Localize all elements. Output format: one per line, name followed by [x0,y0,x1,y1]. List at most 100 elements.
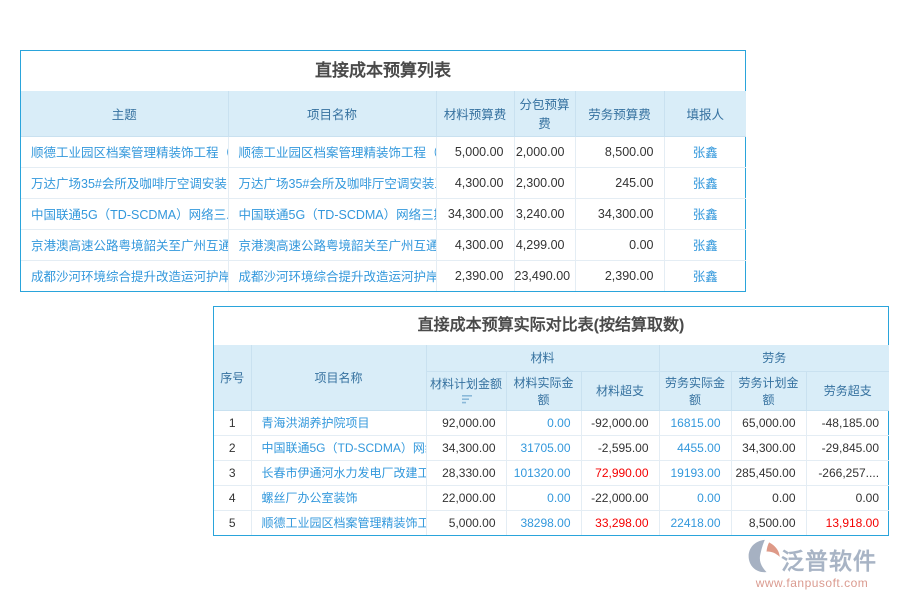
project-link[interactable]: 成都沙河环境综合提升改造运河护岸... [228,260,436,291]
seq-value: 4 [214,485,251,510]
col-header-labor-actual: 劳务实际金额 [659,371,731,410]
table-row[interactable]: 万达广场35#会所及咖啡厅空调安装... 万达广场35#会所及咖啡厅空调安装工程… [21,167,746,198]
subject-link[interactable]: 京港澳高速公路粤境韶关至广州互通... [21,229,228,260]
material-plan-value: 92,000.00 [426,410,506,435]
material-actual-value: 31705.00 [506,435,581,460]
labor-actual-value: 19193.00 [659,460,731,485]
fanpu-logo-icon [747,539,781,578]
subject-link[interactable]: 成都沙河环境综合提升改造运河护岸... [21,260,228,291]
project-link[interactable]: 螺丝厂办公室装饰 [251,485,426,510]
col-header-material-budget: 材料预算费 [436,91,514,136]
material-overrun-value: -22,000.00 [581,485,659,510]
seq-value: 5 [214,510,251,535]
project-link[interactable]: 青海洪湖养护院项目 [251,410,426,435]
col-header-project: 项目名称 [251,345,426,410]
sort-icon[interactable] [462,393,473,407]
project-link[interactable]: 顺德工业园区档案管理精装饰工程 [251,510,426,535]
table-row[interactable]: 京港澳高速公路粤境韶关至广州互通... 京港澳高速公路粤境韶关至广州互通... … [21,229,746,260]
fanpu-logo: 泛普软件 www.fanpusoft.com [734,539,890,590]
comparison-table: 序号 项目名称 材料 劳务 材料计划金额 材料实际金额 材料超支 劳务实际金额 … [214,345,889,535]
labor-plan-value: 285,450.00 [731,460,806,485]
labor-budget-value: 2,390.00 [575,260,664,291]
labor-budget-value: 245.00 [575,167,664,198]
comparison-group-header-row: 序号 项目名称 材料 劳务 [214,345,889,371]
subject-link[interactable]: 顺德工业园区档案管理精装饰工程（... [21,136,228,167]
seq-value: 2 [214,435,251,460]
reporter-link[interactable]: 张鑫 [664,198,746,229]
material-overrun-value: -92,000.00 [581,410,659,435]
group-header-material: 材料 [426,345,659,371]
col-header-material-overrun: 材料超支 [581,371,659,410]
reporter-link[interactable]: 张鑫 [664,260,746,291]
col-header-material-plan[interactable]: 材料计划金额 [426,371,506,410]
labor-plan-value: 0.00 [731,485,806,510]
project-link[interactable]: 中国联通5G（TD-SCDMA）网络三期... [228,198,436,229]
labor-actual-value: 22418.00 [659,510,731,535]
material-budget-value: 4,300.00 [436,167,514,198]
material-plan-value: 34,300.00 [426,435,506,460]
material-budget-value: 5,000.00 [436,136,514,167]
reporter-link[interactable]: 张鑫 [664,167,746,198]
material-plan-value: 28,330.00 [426,460,506,485]
seq-value: 3 [214,460,251,485]
subcontract-budget-value: 4,299.00 [514,229,575,260]
table-row[interactable]: 成都沙河环境综合提升改造运河护岸... 成都沙河环境综合提升改造运河护岸... … [21,260,746,291]
subcontract-budget-value: 3,240.00 [514,198,575,229]
table-row[interactable]: 1 青海洪湖养护院项目 92,000.00 0.00 -92,000.00 16… [214,410,889,435]
material-overrun-value: -2,595.00 [581,435,659,460]
col-header-labor-budget: 劳务预算费 [575,91,664,136]
seq-value: 1 [214,410,251,435]
project-link[interactable]: 京港澳高速公路粤境韶关至广州互通... [228,229,436,260]
col-header-material-actual: 材料实际金额 [506,371,581,410]
subcontract-budget-value: 2,300.00 [514,167,575,198]
project-link[interactable]: 万达广场35#会所及咖啡厅空调安装工程 [228,167,436,198]
col-header-project: 项目名称 [228,91,436,136]
material-plan-label: 材料计划金额 [430,377,502,391]
material-actual-value: 0.00 [506,485,581,510]
table-row[interactable]: 4 螺丝厂办公室装饰 22,000.00 0.00 -22,000.00 0.0… [214,485,889,510]
budget-list-panel: 直接成本预算列表 主题 项目名称 材料预算费 分包预算费 劳务预算费 填报人 顺… [20,50,746,292]
material-actual-value: 38298.00 [506,510,581,535]
labor-budget-value: 0.00 [575,229,664,260]
subcontract-budget-value: 2,000.00 [514,136,575,167]
labor-overrun-value: 0.00 [806,485,889,510]
subcontract-budget-value: 23,490.00 [514,260,575,291]
comparison-panel: 直接成本预算实际对比表(按结算取数) 序号 项目名称 材料 劳务 材料计划金额 … [213,306,889,536]
budget-list-table: 主题 项目名称 材料预算费 分包预算费 劳务预算费 填报人 顺德工业园区档案管理… [21,91,746,291]
logo-url: www.fanpusoft.com [734,576,890,590]
labor-overrun-value: -48,185.00 [806,410,889,435]
subject-link[interactable]: 中国联通5G（TD-SCDMA）网络三... [21,198,228,229]
project-link[interactable]: 长春市伊通河水力发电厂改建工程 [251,460,426,485]
material-overrun-value: 72,990.00 [581,460,659,485]
material-overrun-value: 33,298.00 [581,510,659,535]
material-budget-value: 4,300.00 [436,229,514,260]
material-budget-value: 34,300.00 [436,198,514,229]
subject-link[interactable]: 万达广场35#会所及咖啡厅空调安装... [21,167,228,198]
table-row[interactable]: 2 中国联通5G（TD-SCDMA）网络三 34,300.00 31705.00… [214,435,889,460]
budget-list-title: 直接成本预算列表 [21,51,745,91]
table-row[interactable]: 5 顺德工业园区档案管理精装饰工程 5,000.00 38298.00 33,2… [214,510,889,535]
comparison-title: 直接成本预算实际对比表(按结算取数) [214,307,888,345]
material-actual-value: 101320.00 [506,460,581,485]
labor-overrun-value: -29,845.00 [806,435,889,460]
reporter-link[interactable]: 张鑫 [664,136,746,167]
labor-actual-value: 0.00 [659,485,731,510]
material-plan-value: 22,000.00 [426,485,506,510]
material-actual-value: 0.00 [506,410,581,435]
material-plan-value: 5,000.00 [426,510,506,535]
table-row[interactable]: 顺德工业园区档案管理精装饰工程（... 顺德工业园区档案管理精装饰工程（... … [21,136,746,167]
budget-list-header-row: 主题 项目名称 材料预算费 分包预算费 劳务预算费 填报人 [21,91,746,136]
col-header-labor-plan: 劳务计划金额 [731,371,806,410]
project-link[interactable]: 顺德工业园区档案管理精装饰工程（... [228,136,436,167]
labor-overrun-value: -266,257.... [806,460,889,485]
col-header-seq: 序号 [214,345,251,410]
labor-actual-value: 4455.00 [659,435,731,460]
labor-plan-value: 65,000.00 [731,410,806,435]
project-link[interactable]: 中国联通5G（TD-SCDMA）网络三 [251,435,426,460]
logo-text: 泛普软件 [781,542,877,576]
labor-plan-value: 34,300.00 [731,435,806,460]
labor-actual-value: 16815.00 [659,410,731,435]
reporter-link[interactable]: 张鑫 [664,229,746,260]
table-row[interactable]: 中国联通5G（TD-SCDMA）网络三... 中国联通5G（TD-SCDMA）网… [21,198,746,229]
table-row[interactable]: 3 长春市伊通河水力发电厂改建工程 28,330.00 101320.00 72… [214,460,889,485]
